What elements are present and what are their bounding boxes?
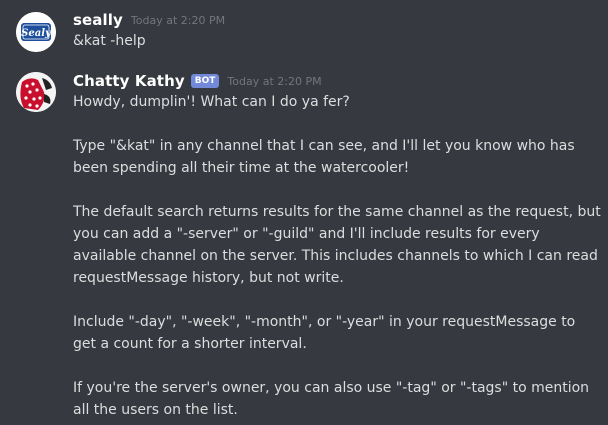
timestamp[interactable]: Today at 2:20 PM [227,75,321,88]
sealy-logo-text: Sealy [21,28,52,39]
message-text: &kat -help [73,33,146,49]
message-line: If you're the server's owner, you can al… [73,380,590,396]
sealy-logo-icon: Sealy [16,12,56,52]
message-header: Chatty Kathy BOT Today at 2:20 PM [73,71,322,91]
avatar[interactable] [16,72,56,112]
message-line: Include "-day", "-week", "-month", or "-… [73,314,576,330]
polka-dot-dress-avatar-icon [16,72,56,112]
username[interactable]: Chatty Kathy [73,72,185,90]
message-line: been spending all their time at the wate… [73,160,410,176]
message-seally: Sealy seally Today at 2:20 PM &kat -help [0,0,608,60]
message-line: all the users on the list. [73,402,238,418]
message-line: you can add a "-server" or "-guild" and … [73,226,540,242]
message-header: seally Today at 2:20 PM [73,10,225,30]
message-chatty-kathy: Chatty Kathy BOT Today at 2:20 PM Howdy,… [0,62,608,425]
timestamp[interactable]: Today at 2:20 PM [131,14,225,27]
avatar[interactable]: Sealy [16,12,56,52]
bot-badge: BOT [190,74,220,88]
message-line: requestMessage history, but not write. [73,270,344,286]
message-line: get a count for a shorter interval. [73,336,307,352]
message-content: &kat -help [73,30,146,52]
message-line: Howdy, dumplin'! What can I do ya fer? [73,94,350,110]
message-line: available channel on the server. This in… [73,248,598,264]
message-content: Howdy, dumplin'! What can I do ya fer? T… [73,91,601,421]
message-line: The default search returns results for t… [73,204,601,220]
message-line: Type "&kat" in any channel that I can se… [73,138,575,154]
username[interactable]: seally [73,11,123,29]
